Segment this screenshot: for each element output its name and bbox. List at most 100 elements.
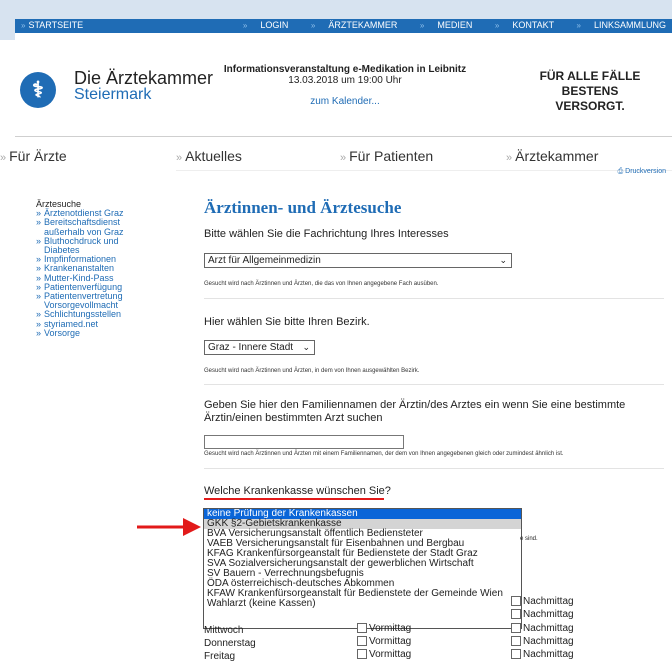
mainnav-aktuelles[interactable]: » Aktuelles	[176, 148, 242, 164]
chevron-down-icon: ⌄	[499, 255, 507, 265]
nav-aerztekammer-label: ÄRZTEKAMMER	[328, 20, 398, 30]
checkbox[interactable]	[511, 636, 521, 647]
event-date: 13.03.2018 um 19:00 Uhr	[288, 75, 402, 86]
nav-kontakt-link[interactable]: » KONTAKT	[485, 20, 554, 30]
checkbox[interactable]	[511, 649, 521, 660]
printer-icon: ⎙	[617, 168, 624, 175]
sidebar-item-label: Bluthochdruck und Diabetes	[44, 235, 119, 256]
day-label: Donnerstag	[204, 638, 256, 649]
vormittag-checkbox-row[interactable]: Vormittag	[357, 623, 411, 634]
nav-linksammlung-link[interactable]: » LINKSAMMLUNG	[567, 20, 666, 30]
hint-tail-text: e sind.	[520, 536, 538, 542]
checkbox[interactable]	[511, 609, 521, 620]
bezirk-question: Hier wählen Sie bitte Ihren Bezirk.	[204, 316, 370, 328]
sidebar-item-vorsorge[interactable]: » Vorsorge	[36, 327, 176, 338]
nachmittag-checkbox-row[interactable]: Nachmittag	[511, 649, 574, 660]
checkbox[interactable]	[511, 596, 521, 607]
nachmittag-checkbox-row[interactable]: Nachmittag	[511, 609, 574, 620]
familienname-hint: Gesucht wird nach Ärztinnen und Ärzten m…	[204, 451, 564, 457]
chevron-right-icon: »	[310, 21, 316, 30]
sidebar-item-label: Vorsorge	[44, 327, 81, 338]
checkbox-label: Nachmittag	[523, 609, 574, 620]
bezirk-value: Graz - Innere Stadt	[208, 342, 294, 353]
checkbox-label: Nachmittag	[523, 596, 574, 607]
mainnav-label: Aktuelles	[185, 148, 242, 164]
print-label: Druckversion	[625, 168, 666, 175]
chevron-right-icon: »	[494, 21, 500, 30]
chevron-down-icon: ⌄	[302, 342, 310, 352]
nav-login-label: LOGIN	[260, 20, 289, 30]
vormittag-checkbox-row[interactable]: Vormittag	[357, 636, 411, 647]
divider	[176, 170, 672, 171]
sidebar-item-patientenvertretung[interactable]: » Patientenvertretung Vorsorgevollmacht	[36, 291, 176, 310]
event-teaser: Informationsveranstaltung e-Medikation i…	[210, 64, 480, 107]
mainnav-fuer-patienten[interactable]: » Für Patienten	[340, 148, 433, 164]
chevron-right-icon: »	[242, 21, 248, 30]
checkbox[interactable]	[357, 623, 367, 634]
day-label: Freitag	[204, 651, 236, 662]
chevron-right-icon: »	[340, 152, 347, 164]
kasse-option[interactable]: Wahlarzt (keine Kassen)	[204, 599, 521, 609]
fachrichtung-question: Bitte wählen Sie die Fachrichtung Ihres …	[204, 228, 449, 240]
divider	[204, 384, 664, 385]
sidebar-item-bereitschaftsdienst[interactable]: » Bereitschaftsdienst außerhalb von Graz	[36, 217, 176, 237]
divider	[204, 298, 664, 299]
mainnav-aerztekammer[interactable]: » Ärztekammer	[506, 148, 598, 164]
fachrichtung-select[interactable]: Arzt für Allgemeinmedizin ⌄	[204, 253, 512, 268]
nav-aerztekammer-link[interactable]: » ÄRZTEKAMMER	[301, 20, 397, 30]
checkbox-label: Nachmittag	[523, 636, 574, 647]
chevron-right-icon: »	[36, 291, 42, 302]
logo-subtitle[interactable]: Steiermark	[74, 86, 151, 104]
sidebar: Ärztesuche » Ärztenotdienst Graz » Bereits…	[36, 199, 176, 338]
nachmittag-checkbox-row[interactable]: Nachmittag	[511, 596, 574, 607]
calendar-link[interactable]: zum Kalender...	[210, 96, 480, 107]
chevron-right-icon: »	[36, 235, 42, 246]
familienname-input[interactable]	[204, 435, 404, 449]
sidebar-item-label: Bereitschaftsdienst außerhalb von Graz	[44, 217, 124, 237]
divider	[204, 468, 664, 469]
mainnav-label: Ärztekammer	[515, 148, 599, 164]
nav-home-label: STARTSEITE	[28, 20, 84, 30]
nav-medien-link[interactable]: » MEDIEN	[410, 20, 472, 30]
chevron-right-icon: »	[36, 309, 42, 320]
red-arrow-icon	[137, 518, 201, 536]
print-link[interactable]: ⎙ Druckversion	[618, 168, 666, 176]
top-nav-links: » LOGIN » ÄRZTEKAMMER » MEDIEN » KONTAKT » LI…	[223, 20, 666, 30]
slogan-line-2: BESTENS VERSORGT.	[555, 84, 625, 113]
chevron-right-icon: »	[506, 152, 513, 164]
checkbox[interactable]	[357, 649, 367, 660]
nav-home-link[interactable]: » STARTSEITE	[21, 20, 83, 30]
familienname-question: Geben Sie hier den Familiennamen der Ärz…	[204, 399, 626, 424]
chevron-right-icon: »	[21, 21, 26, 30]
nachmittag-checkbox-row[interactable]: Nachmittag	[511, 636, 574, 647]
krankenkasse-question: Welche Krankenkasse wünschen Sie?	[204, 485, 391, 497]
mainnav-fuer-aerzte[interactable]: » Für Ärzte	[0, 148, 67, 164]
krankenkasse-listbox[interactable]: keine Prüfung der Krankenkassen GKK §2-G…	[203, 508, 522, 629]
chevron-right-icon: »	[0, 152, 7, 164]
mainnav-label: Für Patienten	[349, 148, 434, 164]
nav-kontakt-label: KONTAKT	[512, 20, 555, 30]
checkbox-label: Nachmittag	[523, 649, 574, 660]
chevron-right-icon: »	[576, 21, 581, 30]
day-label: Mittwoch	[204, 625, 244, 636]
slogan: FÜR ALLE FÄLLE BESTENS VERSORGT.	[530, 69, 650, 114]
slogan-line-1: FÜR ALLE FÄLLE	[539, 69, 641, 83]
page-title: Ärztinnen- und Ärztesuche	[204, 198, 402, 217]
chevron-right-icon: »	[36, 263, 42, 274]
checkbox-label: Vormittag	[369, 623, 412, 634]
checkbox-label: Vormittag	[369, 636, 412, 647]
checkbox-label: Nachmittag	[523, 623, 574, 634]
highlight-underline	[204, 498, 384, 500]
top-navigation-bar: » STARTSEITE » LOGIN » ÄRZTEKAMMER » MEDIEN …	[15, 19, 672, 33]
nav-login-link[interactable]: » LOGIN	[233, 20, 288, 30]
bezirk-select[interactable]: Graz - Innere Stadt ⌄	[204, 340, 315, 355]
bezirk-hint: Gesucht wird nach Ärztinnen und Ärzten, …	[204, 368, 420, 374]
caduceus-logo-icon[interactable]: ⚕	[20, 72, 56, 108]
nav-medien-label: MEDIEN	[437, 20, 473, 30]
sidebar-item-bluthochdruck[interactable]: » Bluthochdruck und Diabetes	[36, 235, 176, 256]
chevron-right-icon: »	[36, 217, 42, 228]
checkbox[interactable]	[357, 636, 367, 647]
checkbox[interactable]	[511, 623, 521, 634]
nachmittag-checkbox-row[interactable]: Nachmittag	[511, 623, 574, 634]
vormittag-checkbox-row[interactable]: Vormittag	[357, 649, 411, 660]
